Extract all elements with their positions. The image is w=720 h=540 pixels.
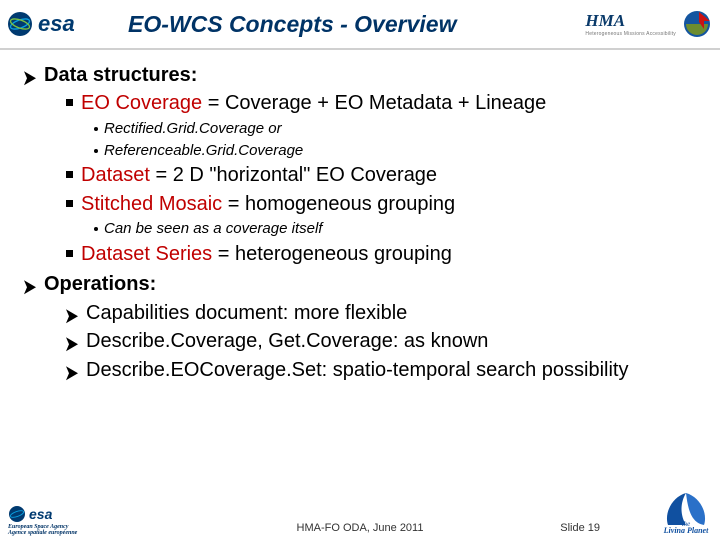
referenceable-text: Referenceable.Grid.Coverage	[104, 141, 303, 161]
square-icon	[66, 171, 73, 178]
dataset-text: Dataset = 2 D "horizontal" EO Coverage	[81, 162, 437, 188]
bullet-op1: Capabilities document: more flexible	[66, 300, 696, 326]
arrow-icon	[66, 363, 80, 383]
bullet-dataset: Dataset = 2 D "horizontal" EO Coverage	[66, 162, 696, 188]
square-icon	[66, 99, 73, 106]
stitched-term: Stitched Mosaic	[81, 193, 222, 215]
bullet-data-structures: Data structures:	[24, 62, 696, 88]
bullet-series: Dataset Series = heterogeneous grouping	[66, 241, 696, 267]
svg-text:Living Planet: Living Planet	[663, 526, 709, 533]
slide-footer: esa European Space Agency Agence spatial…	[0, 492, 720, 540]
op2-text: Describe.Coverage, Get.Coverage: as know…	[86, 328, 488, 354]
svg-text:esa: esa	[38, 11, 75, 36]
bullet-stitched: Stitched Mosaic = homogeneous grouping	[66, 191, 696, 217]
eo-coverage-text: EO Coverage = Coverage + EO Metadata + L…	[81, 90, 546, 116]
op3-text: Describe.EOCoverage.Set: spatio-temporal…	[86, 357, 628, 383]
data-structures-label: Data structures:	[44, 62, 197, 88]
rectified-text: Rectified.Grid.Coverage or	[104, 119, 282, 139]
coverage-itself-text: Can be seen as a coverage itself	[104, 219, 322, 239]
bullet-referenceable: Referenceable.Grid.Coverage	[94, 141, 696, 161]
hma-logo-sub: Heterogeneous Missions Accessibility	[585, 31, 676, 37]
bullet-op3: Describe.EOCoverage.Set: spatio-temporal…	[66, 357, 696, 383]
dot-icon	[94, 149, 98, 153]
arrow-icon	[66, 306, 80, 326]
bullet-eo-coverage: EO Coverage = Coverage + EO Metadata + L…	[66, 90, 696, 116]
dot-icon	[94, 227, 98, 231]
square-icon	[66, 200, 73, 207]
arrow-icon	[66, 334, 80, 354]
series-rest: = heterogeneous grouping	[212, 243, 452, 265]
dot-icon	[94, 127, 98, 131]
stitched-rest: = homogeneous grouping	[222, 193, 455, 215]
svg-text:esa: esa	[29, 506, 53, 522]
arrow-icon	[24, 68, 38, 88]
esa-logo: esa	[6, 8, 116, 40]
bullet-rectified: Rectified.Grid.Coverage or	[94, 119, 696, 139]
square-icon	[66, 250, 73, 257]
stitched-text: Stitched Mosaic = homogeneous grouping	[81, 191, 455, 217]
hma-logo-text: HMA	[585, 11, 676, 31]
arrow-icon	[24, 277, 38, 297]
series-term: Dataset Series	[81, 243, 212, 265]
eo-coverage-term: EO Coverage	[81, 92, 202, 114]
footer-slide-number: Slide 19	[560, 522, 600, 534]
bullet-op2: Describe.Coverage, Get.Coverage: as know…	[66, 328, 696, 354]
dataset-term: Dataset	[81, 164, 150, 186]
eo-coverage-rest: = Coverage + EO Metadata + Lineage	[202, 92, 546, 114]
slide-header: esa EO-WCS Concepts - Overview HMA Heter…	[0, 0, 720, 50]
operations-label: Operations:	[44, 271, 156, 297]
esa-footer-logo: esa	[8, 504, 78, 524]
bullet-operations: Operations:	[24, 271, 696, 297]
bullet-coverage-itself: Can be seen as a coverage itself	[94, 219, 696, 239]
slide-body: Data structures: EO Coverage = Coverage …	[0, 50, 720, 383]
slide-title: EO-WCS Concepts - Overview	[128, 11, 585, 38]
op1-text: Capabilities document: more flexible	[86, 300, 407, 326]
series-text: Dataset Series = heterogeneous grouping	[81, 241, 452, 267]
hma-logo: HMA Heterogeneous Missions Accessibility	[585, 9, 712, 39]
footer-center: HMA-FO ODA, June 2011	[0, 522, 720, 534]
living-planet-logo: the Living Planet	[662, 485, 710, 538]
dataset-rest: = 2 D "horizontal" EO Coverage	[150, 164, 437, 186]
